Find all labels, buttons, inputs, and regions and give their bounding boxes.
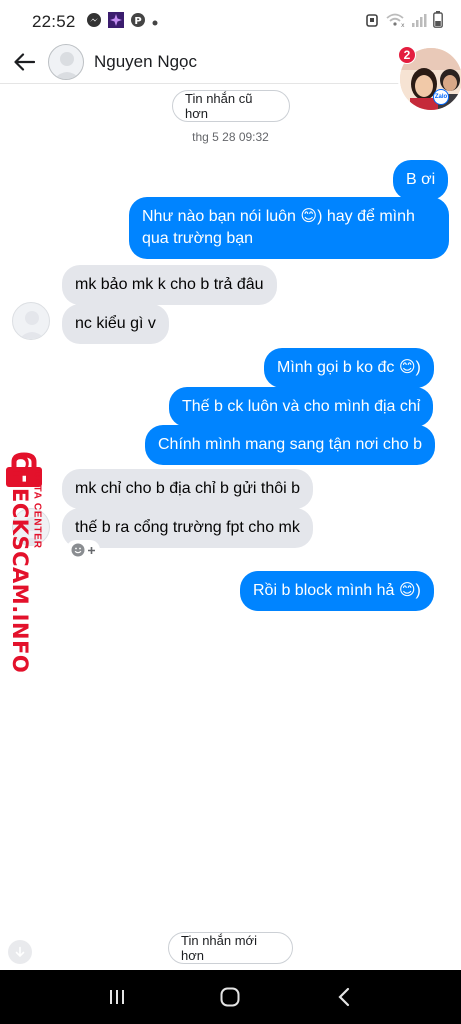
recent-apps-icon — [109, 990, 124, 1004]
plus-icon — [87, 546, 95, 554]
arrow-down-icon — [15, 946, 25, 958]
recent-apps-button[interactable] — [97, 977, 137, 1017]
message-bubble-outgoing[interactable]: Rồi b block mình hả 😊) — [240, 571, 434, 611]
older-messages-button[interactable]: Tin nhắn cũ hơn — [172, 90, 290, 122]
message-bubble-outgoing[interactable]: Mình gọi b ko đc 😊) — [264, 348, 434, 388]
message-bubble-incoming[interactable]: mk bảo mk k cho b trả đâu — [62, 265, 277, 305]
home-button[interactable] — [210, 977, 250, 1017]
message-timestamp: thg 5 28 09:32 — [192, 130, 269, 144]
add-reaction-button[interactable] — [66, 540, 100, 560]
status-time: 22:52 — [32, 12, 76, 31]
scroll-down-button[interactable] — [8, 940, 32, 964]
watermark-subtitle: DATA CENTER — [31, 470, 43, 549]
message-bubble-outgoing[interactable]: Như nào bạn nói luôn 😊) hay để mình qua … — [129, 197, 449, 259]
contact-name[interactable]: Nguyen Ngọc — [94, 52, 197, 72]
message-bubble-outgoing[interactable]: B ơi — [393, 160, 449, 200]
chat-head-bubble[interactable]: 2 Zalo — [398, 46, 461, 116]
home-icon — [220, 987, 240, 1007]
more-notifications-dot — [152, 13, 158, 31]
watermark: DATA CENTER CHECKSCAM.INFO — [0, 452, 52, 674]
messenger-icon — [86, 12, 102, 33]
status-bar: 22:52 P x — [0, 0, 461, 44]
chat-header: Nguyen Ngọc — [0, 40, 461, 84]
message-bubble-incoming[interactable]: nc kiểu gì v — [62, 304, 169, 344]
zalo-app-icon: Zalo — [433, 89, 449, 105]
pinterest-icon: P — [130, 12, 146, 33]
system-navigation-bar — [0, 970, 461, 1024]
svg-text:x: x — [401, 22, 405, 28]
wifi-icon: x — [385, 12, 405, 33]
smiley-icon — [71, 543, 84, 557]
message-bubble-incoming[interactable]: mk chỉ cho b địa chỉ b gửi thôi b — [62, 469, 314, 509]
sender-avatar[interactable] — [12, 302, 50, 340]
message-bubble-outgoing[interactable]: Chính mình mang sang tận nơi cho b — [145, 425, 435, 465]
game-app-icon — [107, 11, 124, 33]
svg-text:P: P — [134, 16, 141, 27]
battery-icon — [433, 11, 443, 33]
back-chevron-icon — [338, 987, 350, 1007]
back-button[interactable] — [0, 40, 48, 84]
status-right: x — [365, 11, 443, 33]
message-bubble-incoming[interactable]: thế b ra cổng trường fpt cho mk — [62, 508, 313, 548]
newer-messages-button[interactable]: Tin nhắn mới hơn — [168, 932, 293, 964]
watermark-title: CHECKSCAM.INFO — [8, 454, 32, 674]
signal-icon — [411, 12, 427, 33]
unread-badge: 2 — [398, 46, 416, 64]
back-arrow-icon — [14, 52, 35, 71]
message-bubble-outgoing[interactable]: Thế b ck luôn và cho mình địa chỉ — [169, 387, 434, 427]
alarm-icon — [365, 12, 379, 33]
notification-icons: P — [86, 11, 158, 33]
contact-avatar[interactable] — [48, 43, 84, 80]
system-back-button[interactable] — [324, 977, 364, 1017]
